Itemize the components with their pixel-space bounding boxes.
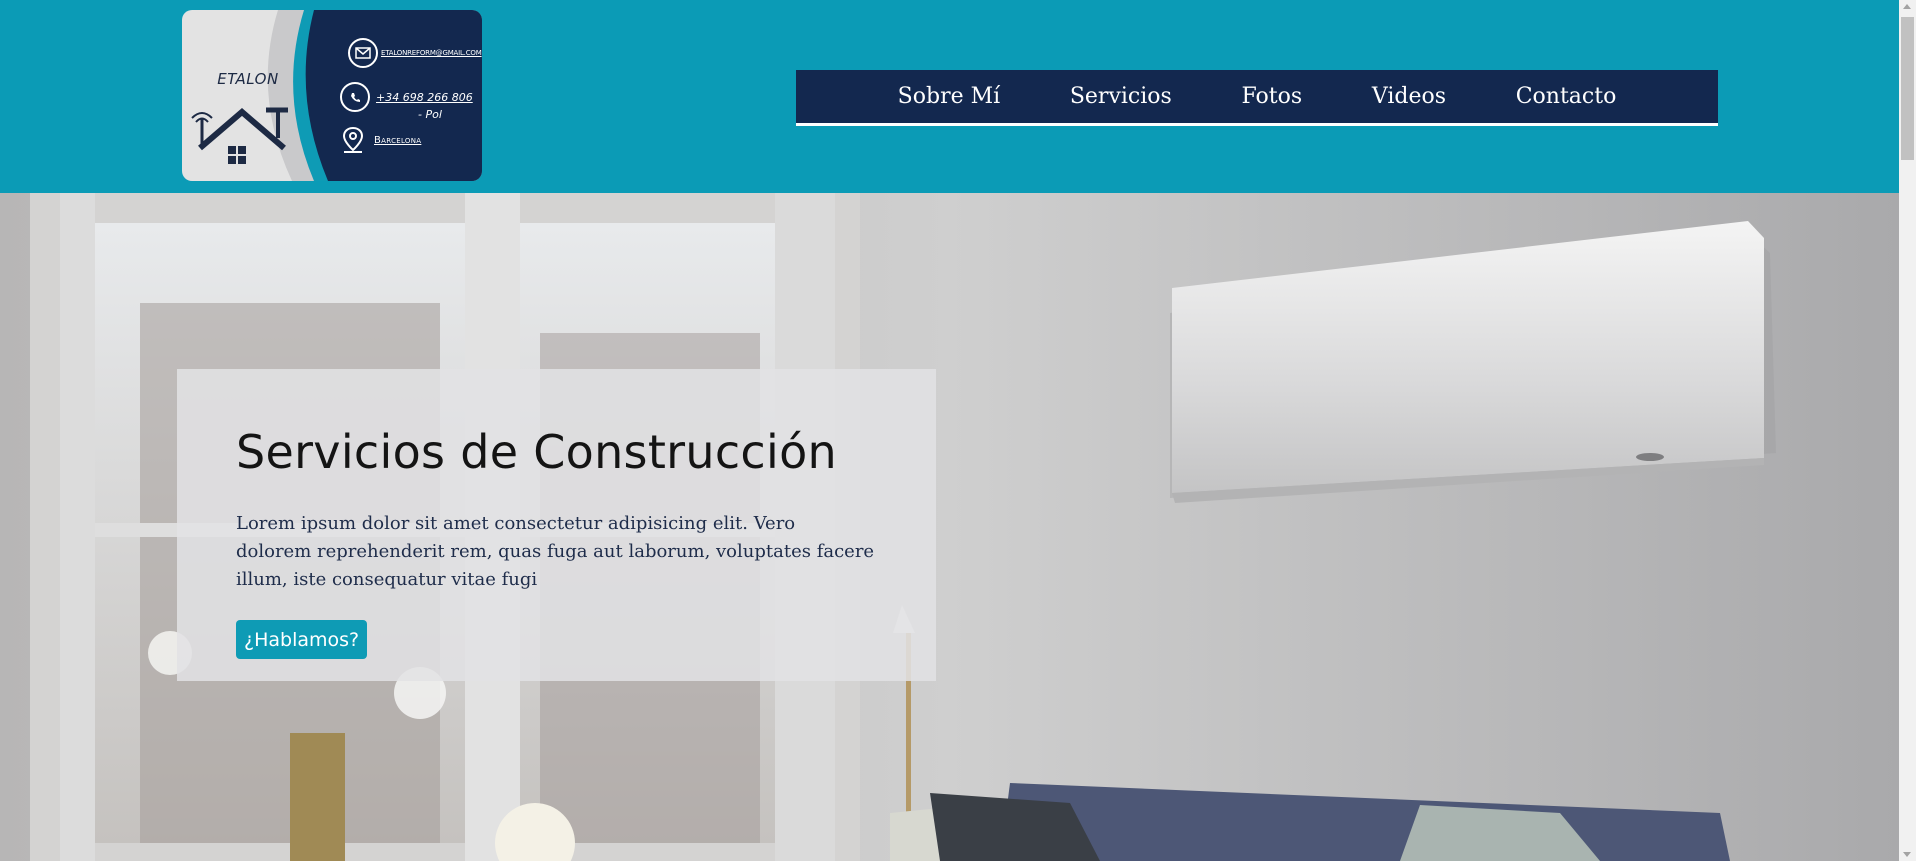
hero-section: Servicios de Construcción Lorem ipsum do…: [0, 193, 1899, 861]
business-card-logo[interactable]: ETALON ETALONREFORM@GMAIL.COM +34 698 26…: [182, 10, 482, 181]
scrollbar-thumb[interactable]: [1901, 17, 1914, 160]
hero-card: Servicios de Construcción Lorem ipsum do…: [177, 369, 936, 681]
logo-contact-name: - Pol: [418, 108, 442, 121]
nav-item-fotos[interactable]: Fotos: [1241, 84, 1302, 109]
nav-item-contacto[interactable]: Contacto: [1516, 84, 1617, 109]
mail-icon: [348, 38, 378, 68]
whatsapp-icon: [340, 82, 370, 112]
scroll-up-arrow-icon[interactable]: [1903, 4, 1911, 9]
location-pin-icon: [342, 126, 364, 153]
logo-email-row: ETALONREFORM@GMAIL.COM: [348, 38, 482, 68]
main-nav: Sobre Mí Servicios Fotos Videos Contacto: [796, 70, 1718, 126]
logo-phone[interactable]: +34 698 266 806: [376, 91, 473, 104]
nav-item-servicios[interactable]: Servicios: [1070, 84, 1172, 109]
logo-phone-row: +34 698 266 806: [340, 82, 473, 112]
hero-description: Lorem ipsum dolor sit amet consectetur a…: [236, 513, 875, 590]
hablamos-button[interactable]: ¿Hablamos?: [236, 620, 368, 659]
nav-item-sobre-mi[interactable]: Sobre Mí: [898, 84, 1001, 109]
logo-email[interactable]: ETALONREFORM@GMAIL.COM: [381, 49, 482, 57]
house-tools-icon: [191, 107, 288, 164]
scroll-down-arrow-icon[interactable]: [1903, 852, 1911, 857]
hero-title: Servicios de Construcción: [236, 425, 837, 479]
site-header: ETALON ETALONREFORM@GMAIL.COM +34 698 26…: [0, 0, 1899, 193]
logo-brand-name: ETALON: [217, 70, 279, 88]
logo-city-row: Barcelona: [342, 126, 421, 154]
nav-item-videos[interactable]: Videos: [1372, 84, 1446, 109]
page-scrollbar[interactable]: [1899, 0, 1916, 861]
logo-city[interactable]: Barcelona: [374, 135, 421, 146]
